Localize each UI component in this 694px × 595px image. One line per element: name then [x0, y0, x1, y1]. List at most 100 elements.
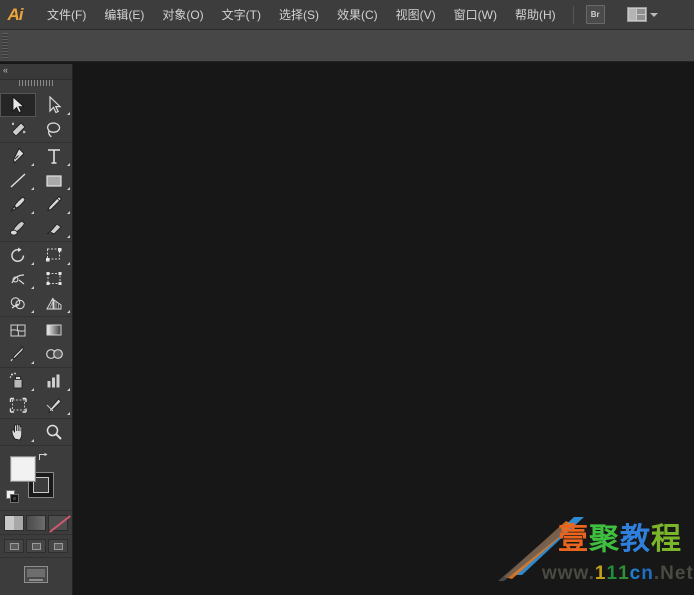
- gradient-tool[interactable]: [36, 318, 72, 342]
- paintbrush-tool[interactable]: [0, 192, 36, 216]
- tool-flyout-indicator: [31, 310, 34, 313]
- swap-fill-stroke-icon[interactable]: [38, 452, 50, 464]
- type-tool[interactable]: [36, 144, 72, 168]
- selection-tool[interactable]: [0, 93, 36, 117]
- tool-group-drawing: [0, 143, 72, 242]
- tool-flyout-indicator: [31, 211, 34, 214]
- control-bar: [0, 30, 694, 62]
- menu-select[interactable]: 选择(S): [270, 4, 328, 26]
- pencil-tool[interactable]: [36, 192, 72, 216]
- line-segment-tool[interactable]: [0, 168, 36, 192]
- lasso-tool[interactable]: [36, 117, 72, 141]
- color-mode-buttons: [0, 510, 72, 535]
- tool-flyout-indicator: [67, 412, 70, 415]
- tool-group-navigation: [0, 419, 72, 446]
- gradient-mode-button[interactable]: [26, 515, 46, 531]
- zoom-tool[interactable]: [36, 420, 72, 444]
- tool-flyout-indicator: [31, 187, 34, 190]
- blob-brush-tool[interactable]: [0, 216, 36, 240]
- screen-mode-row: [0, 558, 72, 591]
- rotate-tool[interactable]: [0, 243, 36, 267]
- direct-selection-tool[interactable]: [36, 93, 72, 117]
- width-tool[interactable]: [0, 267, 36, 291]
- canvas-area[interactable]: [74, 62, 694, 595]
- magic-wand-tool[interactable]: [0, 117, 36, 141]
- illustrator-window: Ai 文件(F) 编辑(E) 对象(O) 文字(T) 选择(S) 效果(C) 视…: [0, 0, 694, 595]
- hand-tool[interactable]: [0, 420, 36, 444]
- tool-flyout-indicator: [31, 439, 34, 442]
- draw-behind-button[interactable]: [26, 539, 46, 553]
- tool-row: [0, 216, 72, 240]
- color-mode-button[interactable]: [4, 515, 24, 531]
- menu-help[interactable]: 帮助(H): [506, 4, 565, 26]
- tool-flyout-indicator: [31, 361, 34, 364]
- menu-items: 文件(F) 编辑(E) 对象(O) 文字(T) 选择(S) 效果(C) 视图(V…: [38, 4, 565, 26]
- tools-list: [0, 80, 72, 446]
- collapse-panel-icon[interactable]: «: [3, 65, 8, 76]
- symbol-sprayer-tool[interactable]: [0, 369, 36, 393]
- change-screen-mode-button[interactable]: [24, 566, 48, 583]
- mesh-tool[interactable]: [0, 318, 36, 342]
- tool-flyout-indicator: [67, 235, 70, 238]
- tool-row: [0, 291, 72, 315]
- eyedropper-tool[interactable]: [0, 342, 36, 366]
- tools-panel: «: [0, 64, 73, 595]
- tool-flyout-indicator: [31, 163, 34, 166]
- tool-row: [0, 243, 72, 267]
- none-mode-button[interactable]: [48, 515, 68, 531]
- blend-tool[interactable]: [36, 342, 72, 366]
- draw-inside-button[interactable]: [48, 539, 68, 553]
- tool-row: [0, 192, 72, 216]
- menubar-divider: [572, 5, 574, 24]
- menu-effect[interactable]: 效果(C): [328, 4, 387, 26]
- perspective-grid-tool[interactable]: [36, 291, 72, 315]
- tool-row: [0, 342, 72, 366]
- tool-flyout-indicator: [67, 211, 70, 214]
- tool-row: [0, 393, 72, 417]
- tool-group-symbol: [0, 368, 72, 419]
- tool-flyout-indicator: [31, 286, 34, 289]
- tool-group-transform: [0, 242, 72, 317]
- scale-tool[interactable]: [36, 243, 72, 267]
- tool-flyout-indicator: [67, 187, 70, 190]
- drawing-mode-buttons: [0, 535, 72, 558]
- pen-tool[interactable]: [0, 144, 36, 168]
- fill-stroke-controls: [0, 450, 72, 510]
- tool-flyout-indicator: [31, 388, 34, 391]
- arrange-grid-icon: [626, 7, 647, 22]
- tool-row: [0, 267, 72, 291]
- tool-flyout-indicator: [67, 163, 70, 166]
- menu-bar: Ai 文件(F) 编辑(E) 对象(O) 文字(T) 选择(S) 效果(C) 视…: [0, 0, 694, 30]
- artboard-tool[interactable]: [0, 393, 36, 417]
- menu-view[interactable]: 视图(V): [387, 4, 445, 26]
- app-logo: Ai: [7, 4, 24, 24]
- control-bar-grip[interactable]: [2, 33, 8, 59]
- shape-builder-tool[interactable]: [0, 291, 36, 315]
- fill-color-swatch[interactable]: [10, 456, 36, 482]
- rectangle-tool[interactable]: [36, 168, 72, 192]
- tool-flyout-indicator: [31, 262, 34, 265]
- menu-type[interactable]: 文字(T): [213, 4, 270, 26]
- tool-group-mesh: [0, 317, 72, 368]
- free-transform-tool[interactable]: [36, 267, 72, 291]
- slice-tool[interactable]: [36, 393, 72, 417]
- draw-normal-button[interactable]: [4, 539, 24, 553]
- eraser-tool[interactable]: [36, 216, 72, 240]
- tool-row: [0, 318, 72, 342]
- tool-row: [0, 420, 72, 444]
- tool-flyout-indicator: [67, 310, 70, 313]
- menu-file[interactable]: 文件(F): [38, 4, 95, 26]
- arrange-documents-icon[interactable]: [626, 7, 658, 22]
- menu-window[interactable]: 窗口(W): [445, 4, 506, 26]
- tools-panel-header: «: [0, 64, 72, 80]
- column-graph-tool[interactable]: [36, 369, 72, 393]
- tool-row: [0, 117, 72, 141]
- tool-row: [0, 168, 72, 192]
- tool-group-selection: [0, 92, 72, 143]
- bridge-icon[interactable]: Br: [585, 5, 605, 24]
- menu-edit[interactable]: 编辑(E): [95, 4, 153, 26]
- default-fill-stroke-icon[interactable]: [6, 490, 19, 503]
- menu-object[interactable]: 对象(O): [153, 4, 212, 26]
- tool-flyout-indicator: [67, 112, 70, 115]
- tool-row: [0, 369, 72, 393]
